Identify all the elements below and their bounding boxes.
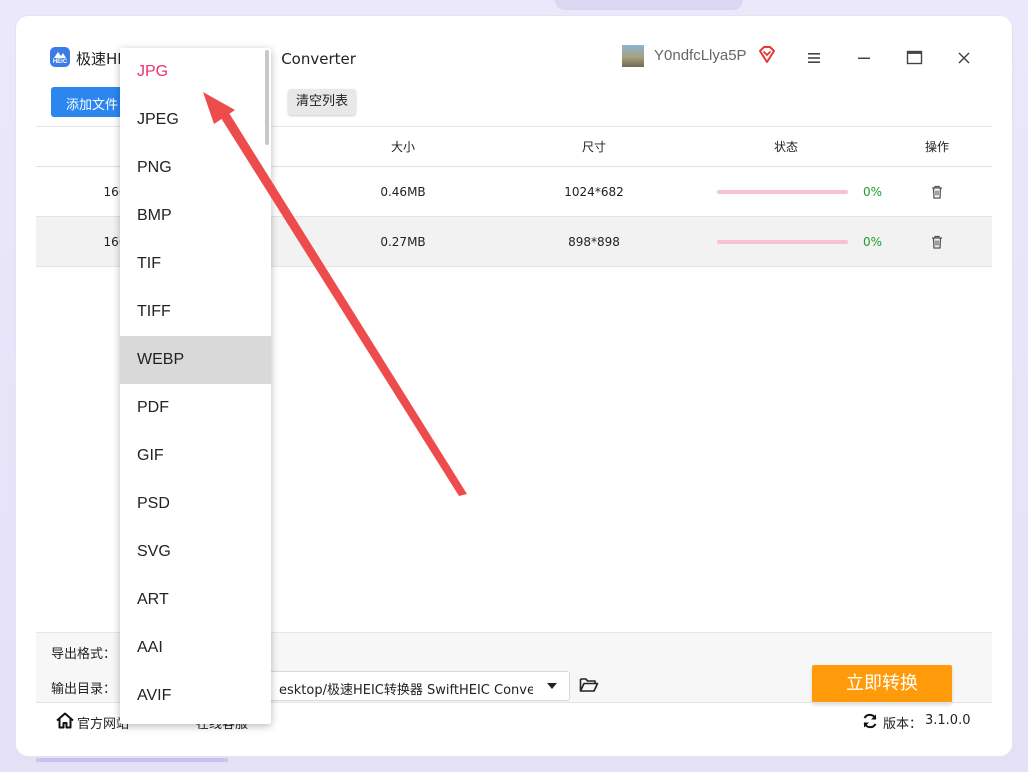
progress-percent: 0% xyxy=(863,235,883,249)
header-status: 状态 xyxy=(773,140,799,154)
progress-bar xyxy=(717,240,848,244)
minimize-icon[interactable] xyxy=(850,44,878,72)
taskbar-indicator xyxy=(36,758,228,762)
folder-open-icon[interactable] xyxy=(579,676,599,694)
format-option-psd[interactable]: PSD xyxy=(120,480,271,528)
format-option-aai[interactable]: AAI xyxy=(120,624,271,672)
format-option-webp[interactable]: WEBP xyxy=(120,336,271,384)
app-title-suffix: Converter xyxy=(281,50,356,68)
refresh-icon[interactable] xyxy=(862,713,878,729)
username[interactable]: Y0ndfcLlya5P xyxy=(654,47,747,64)
user-avatar[interactable] xyxy=(622,45,644,67)
version-label: 版本： xyxy=(883,717,923,732)
header-dimensions: 尺寸 xyxy=(581,140,607,154)
home-icon[interactable] xyxy=(56,712,74,729)
header-action: 操作 xyxy=(924,140,950,154)
file-size-cell: 0.46MB xyxy=(380,185,426,199)
vip-diamond-icon[interactable] xyxy=(757,45,777,65)
version-value: 3.1.0.0 xyxy=(925,713,971,728)
dropdown-scrollbar[interactable] xyxy=(265,50,269,145)
file-dimensions-cell: 1024*682 xyxy=(564,185,624,199)
format-option-jpg[interactable]: JPG xyxy=(120,48,271,96)
convert-now-button[interactable]: 立即转换 xyxy=(812,665,952,703)
delete-icon[interactable] xyxy=(929,184,945,200)
chevron-down-icon[interactable] xyxy=(547,683,557,689)
format-option-jpeg[interactable]: JPEG xyxy=(120,96,271,144)
format-option-avif[interactable]: AVIF xyxy=(120,672,271,720)
format-option-png[interactable]: PNG xyxy=(120,144,271,192)
close-icon[interactable] xyxy=(950,44,978,72)
background-tab xyxy=(555,0,743,10)
file-size-cell: 0.27MB xyxy=(380,235,426,249)
format-option-bmp[interactable]: BMP xyxy=(120,192,271,240)
output-dir-select[interactable]: esktop/极速HEIC转换器 SwiftHEIC Converter xyxy=(266,671,570,701)
output-dir-value: esktop/极速HEIC转换器 SwiftHEIC Converter xyxy=(279,683,533,698)
format-option-tiff[interactable]: TIFF xyxy=(120,288,271,336)
output-dir-label: 输出目录： xyxy=(51,682,117,697)
clear-list-button[interactable]: 清空列表 xyxy=(288,89,356,115)
format-dropdown-menu[interactable]: JPG JPEG PNG BMP TIF TIFF WEBP PDF GIF P… xyxy=(120,48,271,724)
format-option-gif[interactable]: GIF xyxy=(120,432,271,480)
format-option-svg[interactable]: SVG xyxy=(120,528,271,576)
format-option-pdf[interactable]: PDF xyxy=(120,384,271,432)
maximize-icon[interactable] xyxy=(900,44,928,72)
file-dimensions-cell: 898*898 xyxy=(568,235,620,249)
format-option-art[interactable]: ART xyxy=(120,576,271,624)
header-size: 大小 xyxy=(390,140,416,154)
format-option-tif[interactable]: TIF xyxy=(120,240,271,288)
progress-percent: 0% xyxy=(863,185,883,199)
export-format-label: 导出格式： xyxy=(51,647,117,662)
heic-logo-icon: HEIC xyxy=(50,47,70,67)
menu-icon[interactable] xyxy=(800,44,828,72)
delete-icon[interactable] xyxy=(929,234,945,250)
progress-bar xyxy=(717,190,848,194)
